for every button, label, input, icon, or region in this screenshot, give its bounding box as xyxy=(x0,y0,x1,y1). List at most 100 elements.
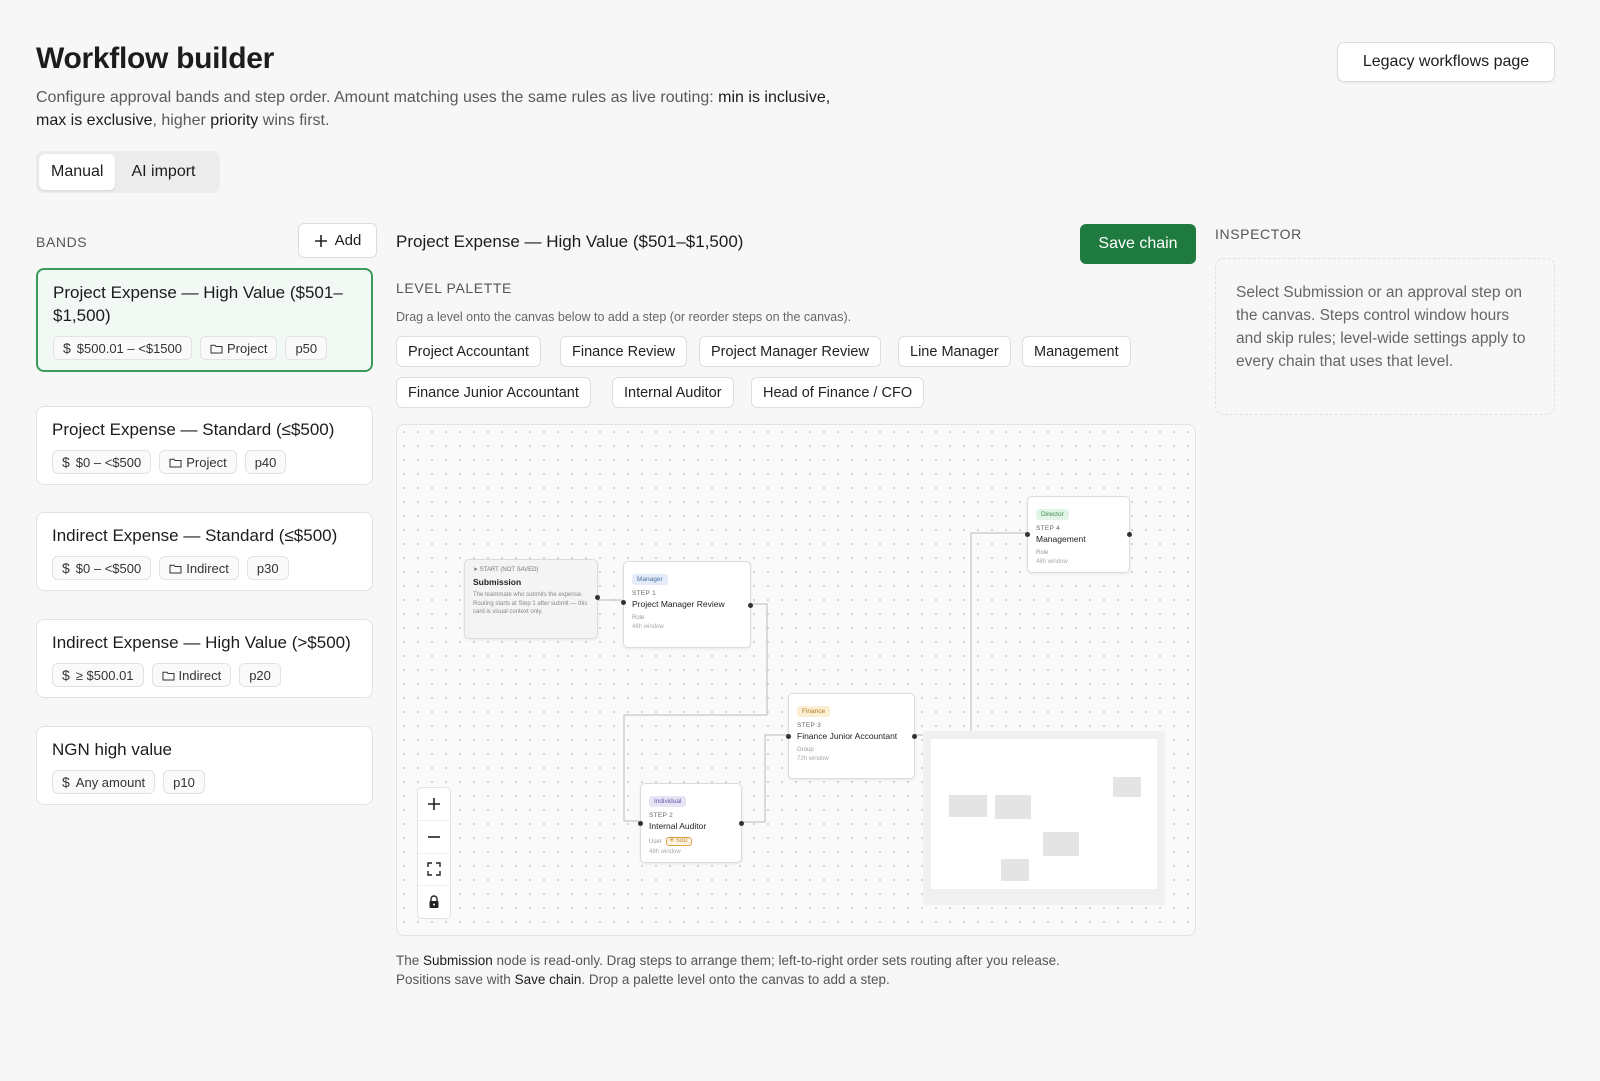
zoom-controls xyxy=(417,787,451,919)
level-palette-hint: Drag a level onto the canvas below to ad… xyxy=(396,310,852,324)
band-amount-tag: $ ≥ $500.01 xyxy=(52,663,144,687)
connection-handle[interactable] xyxy=(739,821,744,826)
band-card-4[interactable]: NGN high value $ Any amount p10 xyxy=(36,726,373,805)
plus-icon xyxy=(314,234,327,247)
edge-step2-step3 xyxy=(742,734,787,823)
legacy-workflows-button[interactable]: Legacy workflows page xyxy=(1337,42,1555,82)
save-chain-button[interactable]: Save chain xyxy=(1080,224,1196,264)
dollar-icon: $ xyxy=(62,667,70,683)
lock-icon xyxy=(429,895,439,909)
workflow-canvas[interactable]: ➤ START (NOT SAVED) Submission The teamm… xyxy=(396,424,1196,936)
band-card-3[interactable]: Indirect Expense — High Value (>$500) $ ≥… xyxy=(36,619,373,698)
minimap-viewport xyxy=(931,739,1157,889)
zoom-in-button[interactable] xyxy=(418,788,450,821)
step-badge: Manager xyxy=(632,574,668,585)
step-node-4[interactable]: Director STEP 4 Management Role 48h wind… xyxy=(1025,496,1132,573)
submission-node[interactable]: ➤ START (NOT SAVED) Submission The teamm… xyxy=(464,559,600,639)
palette-chip-finance-junior-accountant[interactable]: Finance Junior Accountant xyxy=(396,377,591,408)
dollar-icon: $ xyxy=(62,454,70,470)
folder-icon xyxy=(169,458,182,467)
band-title: Indirect Expense — Standard (≤$500) xyxy=(52,526,338,545)
add-band-button[interactable]: Add xyxy=(298,223,377,258)
band-amount-tag: $ Any amount xyxy=(52,770,156,794)
step-window: 48h window xyxy=(649,849,681,855)
band-card-0[interactable]: Project Expense — High Value ($501–$1,50… xyxy=(36,268,373,372)
palette-chip-line-manager[interactable]: Line Manager xyxy=(898,336,1011,367)
step-node-3[interactable]: Finance STEP 3 Finance Junior Accountant… xyxy=(786,693,917,779)
palette-chip-management[interactable]: Management xyxy=(1022,336,1131,367)
step-number: STEP 1 xyxy=(632,590,657,597)
connection-handle[interactable] xyxy=(1127,532,1132,537)
step-node-2[interactable]: Individual STEP 2 Internal Auditor User ⛨… xyxy=(638,783,744,863)
submission-name: Submission xyxy=(473,577,522,587)
page-title: Workflow builder xyxy=(36,42,274,75)
connection-handle[interactable] xyxy=(748,603,753,608)
palette-chip-project-accountant[interactable]: Project Accountant xyxy=(396,336,541,367)
band-priority-tag: p10 xyxy=(163,770,205,794)
connection-handle[interactable] xyxy=(595,595,600,600)
connection-handle[interactable] xyxy=(1025,532,1030,537)
band-title: Indirect Expense — High Value (>$500) xyxy=(52,633,351,652)
submission-start-label: START (NOT SAVED) xyxy=(479,567,539,573)
bands-label: BANDS xyxy=(36,234,88,250)
dollar-icon: $ xyxy=(63,340,71,356)
sod-badge: ⛨ SoD xyxy=(665,837,692,846)
page-subtitle: Configure approval bands and step order.… xyxy=(36,89,831,129)
step-name: Management xyxy=(1036,534,1086,544)
canvas-help-text: The Submission node is read-only. Drag s… xyxy=(396,953,1060,987)
band-priority-tag: p20 xyxy=(239,663,281,687)
inspector-panel: Select Submission or an approval step on… xyxy=(1215,258,1555,415)
minimap-node xyxy=(995,795,1031,819)
step-meta: Role xyxy=(1036,550,1049,556)
band-amount-tag: $ $500.01 – <$1500 xyxy=(53,336,192,360)
send-icon: ➤ xyxy=(473,567,479,573)
band-title: Project Expense — High Value ($501–$1,50… xyxy=(53,283,343,325)
canvas-minimap[interactable] xyxy=(923,731,1165,905)
band-priority-tag: p50 xyxy=(285,336,328,360)
tab-manual[interactable]: Manual xyxy=(39,154,116,190)
mode-toggle: Manual AI import xyxy=(36,151,220,193)
dollar-icon: $ xyxy=(62,560,70,576)
band-card-1[interactable]: Project Expense — Standard (≤$500) $ $0 –… xyxy=(36,406,373,485)
zoom-out-button[interactable] xyxy=(418,821,450,854)
step-name: Internal Auditor xyxy=(649,821,707,831)
connection-handle[interactable] xyxy=(638,821,643,826)
connection-handle[interactable] xyxy=(786,734,791,739)
step-badge: Finance xyxy=(797,706,831,717)
step-number: STEP 3 xyxy=(797,722,822,729)
band-card-2[interactable]: Indirect Expense — Standard (≤$500) $ $0 … xyxy=(36,512,373,591)
step-name: Project Manager Review xyxy=(632,599,725,609)
connection-handle[interactable] xyxy=(912,734,917,739)
folder-icon xyxy=(169,564,182,573)
step-node-1[interactable]: Manager STEP 1 Project Manager Review Ro… xyxy=(621,561,753,648)
lock-button[interactable] xyxy=(418,886,450,918)
folder-icon xyxy=(210,344,223,353)
palette-chip-head-of-finance-cfo[interactable]: Head of Finance / CFO xyxy=(751,377,925,408)
palette-chip-project-manager-review[interactable]: Project Manager Review xyxy=(699,336,881,367)
step-meta: Group xyxy=(797,747,814,753)
edge-step3-step4 xyxy=(914,532,1027,736)
band-scope-tag: Project xyxy=(199,336,278,360)
submission-description: The teammate who submits the expense. Ro… xyxy=(473,592,588,615)
step-window: 72h window xyxy=(797,756,829,762)
shield-icon: ⛨ xyxy=(669,838,675,844)
fit-view-button[interactable] xyxy=(418,854,450,887)
band-scope-tag: Project xyxy=(159,450,237,474)
folder-icon xyxy=(162,671,175,680)
palette-chip-finance-review[interactable]: Finance Review xyxy=(560,336,688,367)
plus-icon xyxy=(428,797,440,810)
band-title: Project Expense — Standard (≤$500) xyxy=(52,420,335,439)
level-palette-label: LEVEL PALETTE xyxy=(396,280,512,296)
palette-chip-internal-auditor[interactable]: Internal Auditor xyxy=(612,377,734,408)
add-band-label: Add xyxy=(334,232,362,249)
band-scope-tag: Indirect xyxy=(159,556,239,580)
tab-ai-import[interactable]: AI import xyxy=(119,154,207,190)
step-window: 48h window xyxy=(632,624,664,630)
minimap-node xyxy=(1001,859,1029,881)
dollar-icon: $ xyxy=(62,774,70,790)
inspector-label: INSPECTOR xyxy=(1215,226,1302,242)
step-name: Finance Junior Accountant xyxy=(797,731,898,741)
connection-handle[interactable] xyxy=(621,600,626,605)
minimap-node xyxy=(1113,777,1141,797)
chain-title: Project Expense — High Value ($501–$1,50… xyxy=(396,232,744,251)
